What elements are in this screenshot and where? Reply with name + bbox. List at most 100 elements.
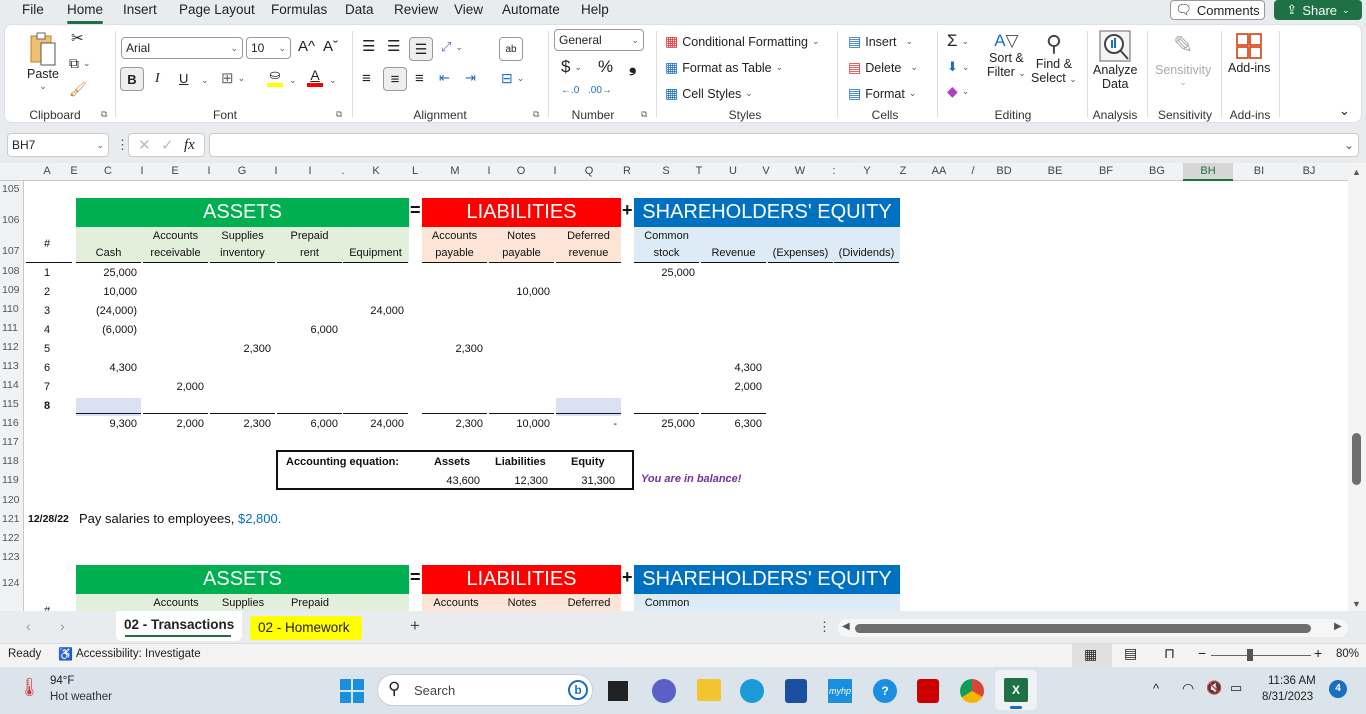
font-color-button[interactable]: A: [307, 67, 323, 87]
italic-button[interactable]: I: [155, 71, 160, 87]
add-sheet-icon[interactable]: +: [410, 616, 420, 636]
wrap-text-icon[interactable]: ab: [499, 37, 523, 61]
row-header[interactable]: 118: [0, 455, 24, 467]
row-header[interactable]: 109: [0, 284, 24, 296]
align-center-icon[interactable]: ≡: [383, 67, 407, 91]
format-painter-icon[interactable]: 🖌: [69, 81, 87, 98]
amount-cell[interactable]: (24,000): [76, 305, 137, 317]
dialog-launcher-icon[interactable]: ⧉: [641, 109, 647, 120]
column-header[interactable]: M: [445, 165, 465, 177]
formula-input[interactable]: ⌄: [209, 133, 1359, 157]
column-header[interactable]: C: [98, 165, 118, 177]
cancel-icon[interactable]: ✕: [138, 136, 151, 154]
amount-cell[interactable]: 10,000: [76, 286, 137, 298]
amount-cell[interactable]: 25,000: [76, 267, 137, 279]
addins-button[interactable]: Add-ins: [1228, 31, 1270, 75]
align-top-icon[interactable]: ☰: [362, 37, 375, 55]
notification-badge[interactable]: 4: [1329, 680, 1347, 698]
chevron-down-icon[interactable]: ⌄: [289, 75, 297, 86]
scroll-left-icon[interactable]: ◀: [842, 621, 850, 632]
currency-button[interactable]: $ ⌄: [561, 57, 582, 77]
collapse-ribbon-icon[interactable]: ⌄: [1339, 103, 1350, 119]
vertical-scroll-thumb[interactable]: [1352, 433, 1361, 485]
column-header[interactable]: U: [723, 165, 743, 177]
column-header[interactable]: BF: [1096, 165, 1116, 177]
column-header[interactable]: I: [199, 165, 219, 177]
increase-font-size-button[interactable]: A^: [298, 38, 315, 55]
column-header[interactable]: R: [617, 165, 637, 177]
column-header[interactable]: BI: [1249, 165, 1269, 177]
column-header[interactable]: I: [266, 165, 286, 177]
decrease-indent-icon[interactable]: ⇤: [439, 70, 450, 86]
row-header[interactable]: 113: [0, 360, 24, 372]
wifi-icon[interactable]: ◠: [1182, 680, 1194, 697]
column-header[interactable]: Q: [579, 165, 599, 177]
show-hidden-icons[interactable]: ^: [1153, 681, 1159, 696]
analyze-data-button[interactable]: Analyze Data: [1093, 29, 1137, 91]
orientation-icon[interactable]: ⤢ ⌄: [441, 39, 463, 55]
decrease-decimal-icon[interactable]: .00→: [588, 85, 612, 96]
column-header[interactable]: G: [232, 165, 252, 177]
row-header[interactable]: 121: [0, 513, 24, 525]
chrome-icon[interactable]: [960, 679, 984, 703]
menu-help[interactable]: Help: [581, 2, 609, 17]
row-header[interactable]: 114: [0, 379, 24, 391]
cell-styles-button[interactable]: ▦ Cell Styles ⌄: [665, 85, 753, 102]
column-header[interactable]: BJ: [1299, 165, 1319, 177]
page-layout-view-icon[interactable]: ▤: [1124, 645, 1137, 662]
menu-review[interactable]: Review: [394, 2, 438, 17]
horizontal-scroll-thumb[interactable]: [855, 624, 1311, 633]
column-header[interactable]: W: [790, 165, 810, 177]
windows-start-icon[interactable]: [340, 679, 364, 703]
comments-button[interactable]: 🗨 Comments: [1170, 0, 1265, 20]
row-header[interactable]: 111: [0, 322, 24, 334]
zoom-level[interactable]: 80%: [1336, 648, 1359, 660]
next-sheet-icon[interactable]: ›: [60, 618, 65, 634]
file-explorer-icon[interactable]: [697, 679, 721, 701]
tab-split-handle[interactable]: ⋮: [818, 619, 831, 635]
delete-cells-button[interactable]: ▤ Delete ⌄: [848, 59, 918, 76]
amount-cell[interactable]: 4,300: [76, 362, 137, 374]
teams-chat-icon[interactable]: [652, 679, 676, 703]
zoom-slider[interactable]: [1211, 655, 1311, 656]
normal-view-button[interactable]: ▦: [1072, 644, 1112, 667]
amount-cell[interactable]: 2,300: [210, 343, 271, 355]
row-header[interactable]: 105: [0, 183, 24, 195]
menu-data[interactable]: Data: [345, 2, 374, 17]
zoom-slider-thumb[interactable]: [1247, 649, 1253, 661]
row-header[interactable]: 119: [0, 474, 24, 486]
column-header[interactable]: I: [479, 165, 499, 177]
amount-cell[interactable]: 2,000: [701, 381, 762, 393]
align-left-icon[interactable]: ≡: [362, 70, 371, 87]
amount-cell[interactable]: 2,300: [422, 343, 483, 355]
column-header[interactable]: Z: [893, 165, 913, 177]
sensitivity-button[interactable]: ✎ Sensitivity ⌄: [1155, 29, 1211, 88]
scroll-right-icon[interactable]: ▶: [1334, 621, 1342, 632]
column-header[interactable]: .: [333, 165, 353, 177]
column-header[interactable]: :: [824, 165, 844, 177]
row-header[interactable]: 108: [0, 265, 24, 277]
help-icon[interactable]: ?: [873, 679, 897, 703]
menu-page-layout[interactable]: Page Layout: [179, 2, 255, 17]
align-bottom-icon[interactable]: ☰: [409, 37, 433, 61]
column-header[interactable]: I: [132, 165, 152, 177]
prev-sheet-icon[interactable]: ‹: [26, 618, 31, 634]
increase-indent-icon[interactable]: ⇥: [465, 70, 476, 86]
amount-cell[interactable]: 25,000: [634, 267, 695, 279]
copy-icon[interactable]: ⧉ ⌄: [69, 55, 91, 72]
insert-cells-button[interactable]: ▤ Insert ⌄: [848, 33, 913, 50]
page-break-view-icon[interactable]: ⊓: [1164, 645, 1175, 662]
format-cells-button[interactable]: ▤ Format ⌄: [848, 85, 916, 102]
paste-button[interactable]: Paste ⌄: [27, 31, 59, 92]
column-header[interactable]: /: [963, 165, 983, 177]
underline-button[interactable]: U: [179, 71, 188, 86]
column-header[interactable]: S: [656, 165, 676, 177]
column-header[interactable]: E: [64, 165, 84, 177]
decrease-font-size-button[interactable]: Aˇ: [323, 38, 338, 55]
row-header[interactable]: 112: [0, 341, 24, 353]
weather-desc[interactable]: Hot weather: [50, 691, 112, 703]
scroll-down-icon[interactable]: ▼: [1352, 599, 1361, 609]
column-header[interactable]: L: [405, 165, 425, 177]
name-box[interactable]: BH7 ⌄: [7, 133, 109, 157]
column-header[interactable]: E: [165, 165, 185, 177]
